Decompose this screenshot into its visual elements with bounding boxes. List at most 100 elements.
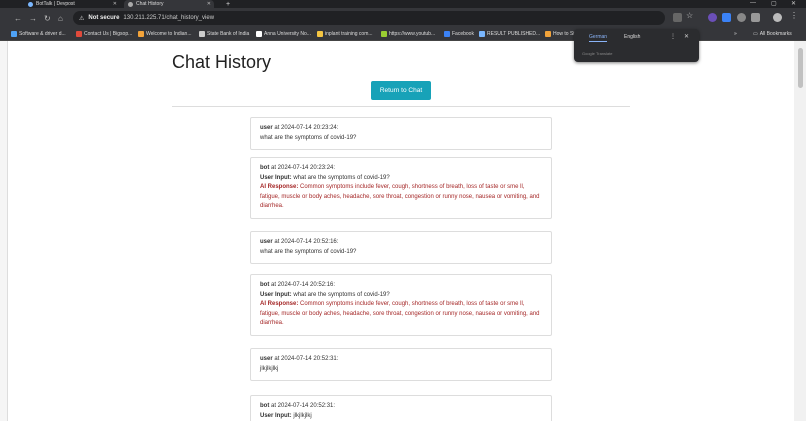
message-card: user at 2024-07-14 20:23:24: what are th…: [250, 117, 552, 150]
all-bookmarks-button[interactable]: ▭ All Bookmarks: [753, 31, 792, 37]
window-close-icon[interactable]: ✕: [791, 0, 796, 7]
bookmark-icon: [138, 31, 144, 37]
translate-footer: Google Translate: [582, 51, 613, 56]
sender: bot: [260, 403, 270, 409]
folder-icon: ▭: [753, 31, 758, 37]
ai-response: Common symptoms include fever, cough, sh…: [260, 301, 540, 326]
return-to-chat-button[interactable]: Return to Chat: [371, 81, 431, 100]
devpost-icon: [28, 1, 33, 7]
timestamp: at 2024-07-14 20:23:24:: [271, 165, 336, 171]
timestamp: at 2024-07-14 20:23:24:: [274, 125, 339, 131]
forward-icon[interactable]: →: [29, 14, 37, 23]
bookmark-label: Contact Us | Bigsop...: [84, 31, 133, 37]
bookmark-item[interactable]: Facebook: [444, 31, 474, 37]
timestamp: at 2024-07-14 20:52:31:: [271, 403, 336, 409]
bookmark-label: RESULT PUBLISHED...: [487, 31, 541, 37]
message-card: bot at 2024-07-14 20:23:24: User Input: …: [250, 157, 552, 219]
language-tab-english[interactable]: English: [624, 34, 640, 40]
sender: bot: [260, 165, 270, 171]
bookmark-icon: [444, 31, 450, 37]
page-content: Chat History Return to Chat user at 2024…: [8, 41, 794, 421]
bookmark-item[interactable]: Software & driver d...: [11, 31, 66, 37]
ai-response-label: AI Response:: [260, 301, 299, 307]
message-text: what are the symptoms of covid-19?: [260, 134, 357, 141]
address-bar[interactable]: ⚠ Not secure 130.211.225.71/chat_history…: [73, 11, 665, 25]
timestamp: at 2024-07-14 20:52:16:: [274, 239, 339, 245]
close-icon[interactable]: ✕: [207, 1, 214, 7]
bookmark-item[interactable]: inplant training com...: [317, 31, 373, 37]
bookmark-icon: [76, 31, 82, 37]
side-panel-strip: [0, 41, 8, 421]
tab-strip: BotTalk | Devpost ✕ Chat History ✕ + — ▢…: [0, 0, 806, 8]
bookmark-label: inplant training com...: [325, 31, 373, 37]
bookmark-item[interactable]: https://www.youtub...: [381, 31, 435, 37]
sender: user: [260, 356, 273, 362]
sender: bot: [260, 282, 270, 288]
url-text: 130.211.225.71/chat_history_view: [123, 15, 215, 21]
timestamp: at 2024-07-14 20:52:16:: [271, 282, 336, 288]
translate-popup: German English ⋮ ✕ Google Translate: [574, 29, 699, 62]
all-bookmarks-label: All Bookmarks: [759, 31, 792, 37]
avatar[interactable]: [773, 13, 782, 22]
reload-icon[interactable]: ↻: [44, 14, 51, 23]
tab-bottalk[interactable]: BotTalk | Devpost ✕: [24, 0, 120, 8]
bookmark-item[interactable]: Contact Us | Bigsop...: [76, 31, 132, 37]
tab-title: BotTalk | Devpost: [36, 1, 75, 7]
new-tab-button[interactable]: +: [222, 0, 232, 8]
menu-icon[interactable]: ⋮: [790, 11, 799, 20]
bookmark-label: https://www.youtub...: [389, 31, 436, 37]
user-input: what are the symptoms of covid-19?: [293, 174, 390, 181]
extension-icon[interactable]: [722, 13, 731, 22]
close-icon[interactable]: ✕: [113, 1, 120, 7]
minimize-icon[interactable]: —: [750, 0, 756, 6]
back-icon[interactable]: ←: [14, 14, 22, 23]
extension-icon[interactable]: [737, 13, 746, 22]
bookmark-item[interactable]: Anna University No...: [256, 31, 311, 37]
tab-title: Chat History: [136, 1, 164, 7]
home-icon[interactable]: ⌂: [58, 14, 63, 23]
page-title: Chat History: [172, 52, 272, 72]
message-card: bot at 2024-07-14 20:52:16: User Input: …: [250, 274, 552, 336]
warning-icon: ⚠: [79, 15, 85, 22]
bookmark-label: State Bank of India: [207, 31, 250, 37]
message-card: user at 2024-07-14 20:52:31: jlkjlkjlkj: [250, 348, 552, 381]
extensions-puzzle-icon[interactable]: [751, 13, 760, 22]
bookmark-label: Facebook: [452, 31, 474, 37]
bookmark-icon: [199, 31, 205, 37]
more-options-icon[interactable]: ⋮: [670, 33, 676, 40]
bookmark-item[interactable]: State Bank of India: [199, 31, 249, 37]
user-input-label: User Input:: [260, 291, 292, 298]
bookmark-icon: [317, 31, 323, 37]
message-card: user at 2024-07-14 20:52:16: what are th…: [250, 231, 552, 264]
user-input: what are the symptoms of covid-19?: [293, 291, 390, 298]
maximize-icon[interactable]: ▢: [771, 0, 777, 7]
language-tab-german[interactable]: German: [589, 34, 608, 42]
bookmark-label: Welcome to Indian...: [146, 31, 192, 37]
more-bookmarks-icon[interactable]: »: [734, 31, 737, 37]
divider: [172, 106, 630, 107]
bookmark-icon: [545, 31, 551, 37]
close-icon[interactable]: ✕: [684, 33, 689, 40]
message-text: jlkjlkjlkj: [260, 365, 279, 372]
timestamp: at 2024-07-14 20:52:31:: [274, 356, 339, 362]
bookmark-item[interactable]: RESULT PUBLISHED...: [479, 31, 540, 37]
bookmark-label: Software & driver d...: [19, 31, 66, 37]
security-label: Not secure: [88, 15, 120, 21]
extension-icon[interactable]: [708, 13, 717, 22]
star-icon[interactable]: ☆: [686, 11, 695, 20]
scrollbar[interactable]: [794, 41, 806, 421]
message-card: bot at 2024-07-14 20:52:31: User Input: …: [250, 395, 552, 421]
bookmark-label: Anna University No...: [264, 31, 311, 37]
sender: user: [260, 239, 273, 245]
scrollbar-thumb[interactable]: [798, 48, 803, 88]
user-input: jlkjlkjlkj: [293, 412, 312, 419]
bookmark-icon: [11, 31, 17, 37]
ai-response-label: AI Response:: [260, 184, 299, 190]
tab-chat-history[interactable]: Chat History ✕: [124, 0, 214, 8]
bookmark-item[interactable]: Welcome to Indian...: [138, 31, 192, 37]
ai-response: Common symptoms include fever, cough, sh…: [260, 184, 540, 209]
user-input-label: User Input:: [260, 412, 292, 419]
translate-icon[interactable]: [673, 13, 682, 22]
sender: user: [260, 125, 273, 131]
user-input-label: User Input:: [260, 174, 292, 181]
